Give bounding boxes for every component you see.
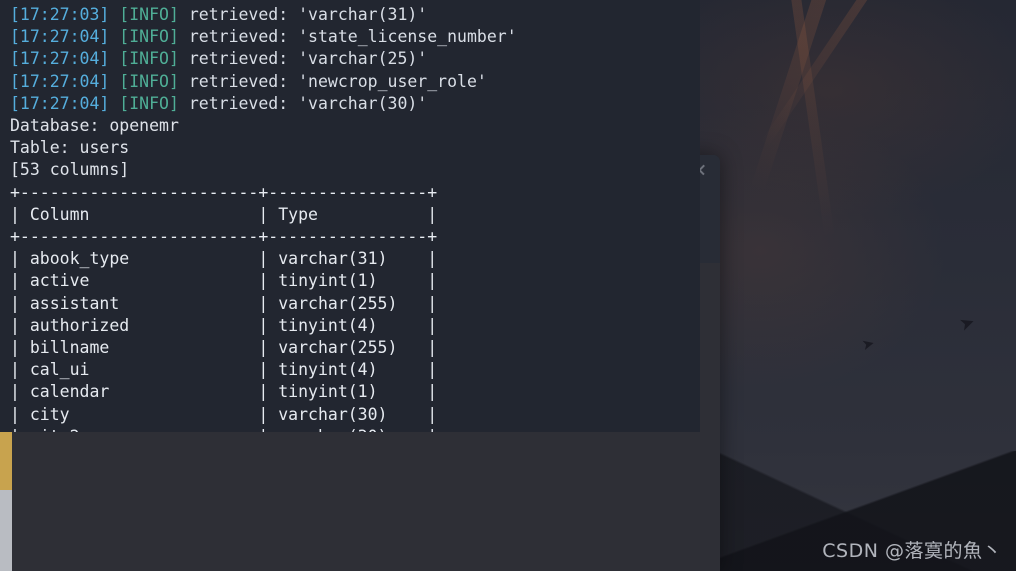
browser-lower-panel bbox=[0, 432, 700, 571]
table-row: | billname | varchar(255) | bbox=[10, 338, 438, 358]
log-level: [INFO] bbox=[119, 27, 179, 47]
log-line: [17:27:04] [INFO] retrieved: 'varchar(30… bbox=[10, 94, 427, 113]
terminal-window[interactable]: [17:27:03] [INFO] retrieved: 'varchar(31… bbox=[0, 0, 700, 432]
terminal-log-output: [17:27:03] [INFO] retrieved: 'varchar(31… bbox=[0, 4, 700, 182]
log-level: [INFO] bbox=[119, 5, 179, 24]
log-line: [17:27:03] [INFO] retrieved: 'varchar(31… bbox=[10, 5, 427, 24]
csdn-watermark: CSDN @落寞的魚丶 bbox=[822, 540, 1002, 562]
table-row: | active | tinyint(1) | bbox=[10, 271, 438, 291]
log-level: [INFO] bbox=[119, 49, 179, 69]
log-message: retrieved: 'varchar(31)' bbox=[188, 5, 428, 24]
edge-strip-gray bbox=[0, 490, 12, 571]
table-row: | authorized | tinyint(4) | bbox=[10, 315, 438, 335]
log-message: retrieved: 'varchar(30)' bbox=[188, 93, 428, 113]
log-timestamp: [17:27:04] bbox=[10, 71, 110, 91]
log-timestamp: [17:27:04] bbox=[10, 49, 110, 69]
edge-strip-gold bbox=[0, 432, 12, 490]
column-count-line: [53 columns] bbox=[10, 160, 130, 180]
table-row: | calendar | tinyint(1) | bbox=[10, 382, 438, 402]
table-row: | city2 | varchar(30) | bbox=[10, 427, 437, 432]
log-line: [17:27:04] [INFO] retrieved: 'newcrop_us… bbox=[10, 72, 487, 91]
wallpaper-bird-icon: ➤ bbox=[956, 311, 979, 336]
log-level: [INFO] bbox=[119, 93, 179, 113]
log-timestamp: [17:27:04] bbox=[10, 27, 110, 47]
table-rule: +------------------------+--------------… bbox=[10, 227, 438, 247]
table-row: | city | varchar(30) | bbox=[10, 404, 438, 424]
table-header-row: | Column | Type | bbox=[10, 204, 438, 224]
log-message: retrieved: 'newcrop_user_role' bbox=[188, 71, 487, 91]
table-line: Table: users bbox=[10, 138, 130, 158]
table-rule: +------------------------+--------------… bbox=[10, 182, 438, 202]
table-row: | cal_ui | tinyint(4) | bbox=[10, 360, 438, 380]
log-line: [17:27:04] [INFO] retrieved: 'varchar(25… bbox=[10, 49, 427, 68]
log-line: [17:27:04] [INFO] retrieved: 'state_lice… bbox=[10, 27, 517, 46]
log-message: retrieved: 'varchar(25)' bbox=[188, 49, 428, 69]
log-message: retrieved: 'state_license_number' bbox=[188, 27, 517, 47]
log-level: [INFO] bbox=[119, 71, 179, 91]
log-timestamp: [17:27:03] bbox=[10, 5, 110, 24]
database-line: Database: openemr bbox=[10, 116, 179, 136]
column-schema-table: +------------------------+--------------… bbox=[0, 182, 700, 432]
table-row: | abook_type | varchar(31) | bbox=[10, 249, 438, 269]
wallpaper-bird-icon: ➤ bbox=[859, 333, 877, 355]
log-timestamp: [17:27:04] bbox=[10, 93, 110, 113]
table-row: | assistant | varchar(255) | bbox=[10, 293, 438, 313]
